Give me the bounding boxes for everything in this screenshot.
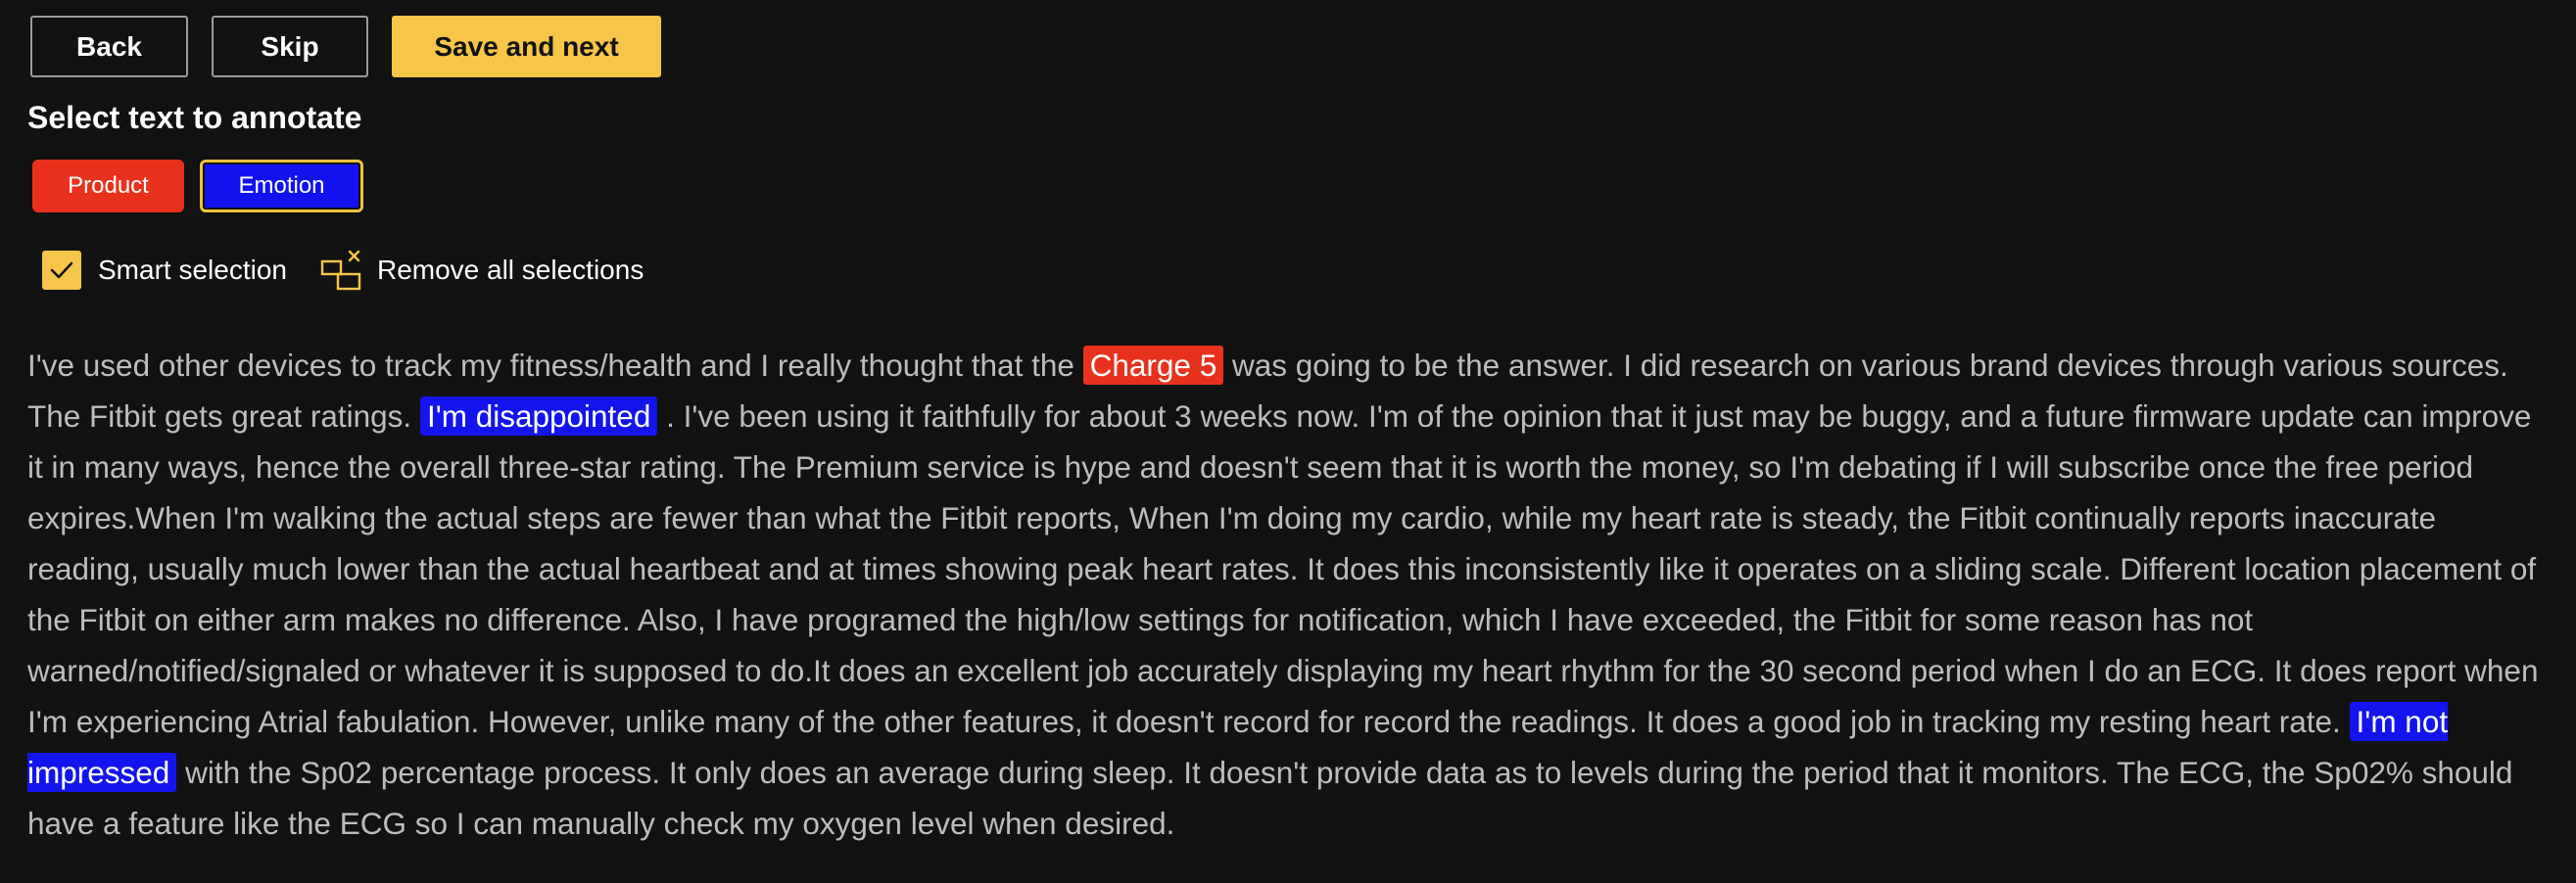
page-heading: Select text to annotate	[27, 100, 362, 135]
remove-all-selections-label: Remove all selections	[376, 255, 644, 285]
label-chip-product[interactable]: Product	[32, 160, 184, 212]
smart-selection-label[interactable]: Smart selection	[98, 255, 287, 286]
annotation-emotion[interactable]: I'm disappointed	[419, 396, 658, 436]
smart-selection-checkbox[interactable]	[42, 251, 81, 290]
annotation-product[interactable]: Charge 5	[1082, 346, 1224, 385]
review-segment: I've used other devices to track my fitn…	[27, 348, 1083, 383]
remove-all-selections-button[interactable]: Remove all selections	[320, 249, 644, 292]
check-icon	[50, 261, 73, 279]
review-text[interactable]: I've used other devices to track my fitn…	[27, 340, 2554, 849]
label-chip-emotion[interactable]: Emotion	[200, 160, 363, 212]
selection-options: Smart selection Remove all selections	[42, 249, 644, 292]
label-picker: Product Emotion	[32, 160, 363, 212]
back-button[interactable]: Back	[30, 16, 188, 77]
remove-selections-icon	[320, 249, 365, 292]
save-and-next-button[interactable]: Save and next	[392, 16, 661, 77]
toolbar: Back Skip Save and next	[30, 16, 661, 77]
skip-button[interactable]: Skip	[212, 16, 368, 77]
review-segment: . I've been using it faithfully for abou…	[27, 398, 2539, 739]
review-segment: with the Sp02 percentage process. It onl…	[27, 755, 2513, 841]
